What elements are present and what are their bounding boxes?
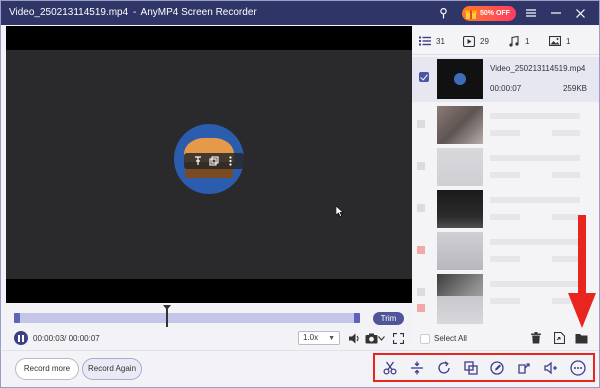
tab-images[interactable]: 1 (549, 33, 570, 49)
item-thumbnail (437, 232, 483, 270)
copy-overlay-icon[interactable] (208, 155, 220, 167)
preview-overlay-tools (184, 153, 244, 169)
title-bar: Video_250213114519.mp4 - AnyMP4 Screen R… (1, 1, 599, 25)
item-checkbox[interactable] (417, 304, 425, 312)
edit-toolbar (373, 353, 595, 382)
playhead[interactable] (163, 305, 171, 327)
item-thumbnail (437, 148, 483, 186)
item-thumbnail (437, 106, 483, 144)
delete-icon[interactable] (529, 331, 543, 345)
timeline-track[interactable] (14, 313, 360, 323)
item-duration: 00:00:07 (490, 84, 522, 93)
tab-images-count: 1 (566, 36, 571, 46)
title-app-name: AnyMP4 Screen Recorder (140, 7, 257, 18)
crop-icon[interactable] (462, 359, 480, 377)
media-list-item-selected[interactable]: Video_250213114519.mp4 00:00:07 259KB (412, 57, 599, 102)
item-thumbnail (437, 190, 483, 228)
chevron-down-icon: ▼ (328, 335, 335, 342)
pause-button[interactable] (14, 331, 28, 345)
item-checkbox[interactable] (419, 72, 429, 82)
tab-audio-count: 1 (525, 36, 530, 46)
item-checkbox[interactable] (417, 246, 425, 254)
item-checkbox[interactable] (417, 120, 425, 128)
menu-icon[interactable] (523, 5, 539, 21)
letterbox-bottom (6, 279, 412, 303)
letterbox-top (6, 26, 412, 50)
bottom-bar: Record more Record Again (2, 350, 599, 387)
tab-audio[interactable]: 1 (508, 33, 529, 49)
snapshot-dropdown-icon[interactable] (377, 331, 385, 345)
playback-controls: Trim 00:00:03/ 00:00:07 1.0x ▼ (6, 304, 412, 348)
promo-label: 50% OFF (480, 10, 510, 17)
snapshot-icon[interactable] (364, 331, 378, 345)
app-window: Video_250213114519.mp4 - AnyMP4 Screen R… (0, 0, 600, 388)
item-thumbnail (437, 59, 483, 99)
export-file-icon[interactable] (552, 331, 566, 345)
music-icon (508, 35, 520, 47)
window-title: Video_250213114519.mp4 - AnyMP4 Screen R… (9, 7, 257, 18)
more-overlay-icon[interactable] (224, 155, 236, 167)
item-checkbox[interactable] (417, 162, 425, 170)
trim-start-handle[interactable] (14, 313, 20, 323)
edit-metadata-icon[interactable] (488, 359, 506, 377)
item-file-name: Video_250213114519.mp4 (490, 64, 586, 73)
image-icon (549, 35, 561, 47)
speed-value: 1.0x (303, 333, 319, 342)
folder-icon[interactable] (574, 331, 588, 345)
pin-overlay-icon[interactable] (192, 155, 204, 167)
select-all-label: Select All (434, 334, 467, 343)
video-preview[interactable] (6, 26, 412, 303)
cut-icon[interactable] (381, 359, 399, 377)
rotate-icon[interactable] (435, 359, 453, 377)
close-icon[interactable] (572, 5, 588, 21)
annotation-arrow (568, 215, 596, 328)
tab-videos[interactable]: 29 (463, 33, 489, 49)
video-icon (463, 35, 475, 47)
tab-all-count: 31 (436, 36, 445, 46)
tab-all[interactable]: 31 (419, 33, 445, 49)
media-list-item[interactable] (412, 104, 599, 146)
pause-icon (18, 334, 24, 342)
mouse-cursor-icon (336, 206, 344, 217)
gift-icon (465, 10, 477, 19)
item-checkbox[interactable] (417, 204, 425, 212)
tab-videos-count: 29 (480, 36, 489, 46)
volume-icon[interactable] (348, 331, 362, 345)
speed-select[interactable]: 1.0x ▼ (298, 331, 340, 345)
trim-button[interactable]: Trim (373, 312, 404, 325)
select-all-checkbox[interactable] (420, 334, 430, 344)
more-icon[interactable] (569, 359, 587, 377)
list-icon (419, 35, 431, 47)
compress-icon[interactable] (515, 359, 533, 377)
item-size: 259KB (562, 84, 587, 93)
title-file-name: Video_250213114519.mp4 (9, 7, 129, 18)
fullscreen-icon[interactable] (391, 331, 405, 345)
pin-icon[interactable] (435, 5, 451, 21)
audio-boost-icon[interactable] (542, 359, 560, 377)
trim-end-handle[interactable] (354, 313, 360, 323)
media-tabs: 31 29 1 1 (412, 26, 599, 55)
merge-icon[interactable] (408, 359, 426, 377)
record-more-button[interactable]: Record more (15, 358, 79, 380)
item-thumbnail (437, 296, 483, 324)
panel-footer: Select All (412, 326, 599, 350)
time-display: 00:00:03/ 00:00:07 (33, 334, 100, 343)
record-again-button[interactable]: Record Again (82, 358, 142, 380)
minimize-icon[interactable] (548, 5, 564, 21)
promo-badge[interactable]: 50% OFF (462, 6, 516, 21)
media-list-item[interactable] (412, 146, 599, 188)
title-separator: - (132, 7, 137, 18)
